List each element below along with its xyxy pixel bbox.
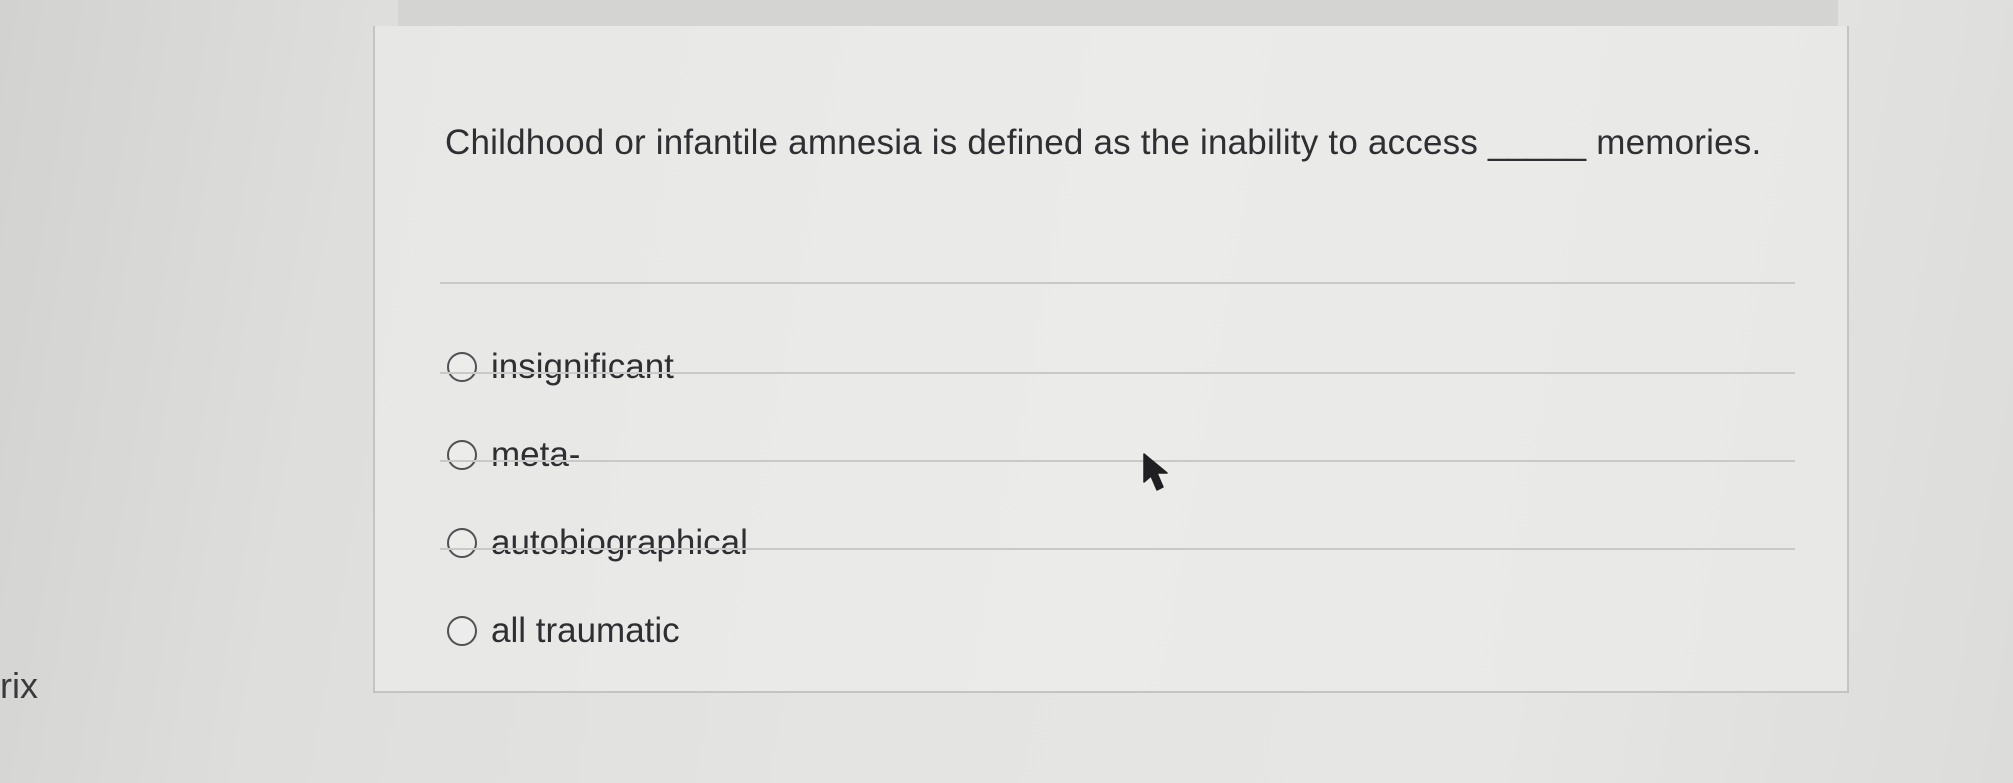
option-insignificant[interactable]: insignificant bbox=[447, 337, 674, 397]
mouse-pointer-icon bbox=[1143, 453, 1168, 491]
question-divider bbox=[440, 282, 1795, 284]
option-meta[interactable]: meta- bbox=[447, 425, 580, 485]
option-label: meta- bbox=[491, 435, 581, 474]
option-label: insignificant bbox=[491, 347, 674, 386]
side-panel-partial-text: rix bbox=[0, 665, 38, 706]
option-divider bbox=[440, 460, 1795, 462]
previous-question-panel-edge bbox=[398, 0, 1838, 28]
question-text: Childhood or infantile amnesia is define… bbox=[445, 123, 1762, 162]
option-label: all traumatic bbox=[491, 611, 680, 650]
radio-button-icon[interactable] bbox=[447, 440, 477, 470]
option-divider bbox=[440, 548, 1795, 550]
option-all-traumatic[interactable]: all traumatic bbox=[447, 601, 680, 661]
option-label: autobiographical bbox=[491, 523, 748, 562]
option-autobiographical[interactable]: autobiographical bbox=[447, 513, 748, 573]
option-divider bbox=[440, 372, 1795, 374]
question-card: Childhood or infantile amnesia is define… bbox=[373, 26, 1849, 693]
radio-button-icon[interactable] bbox=[447, 352, 477, 382]
radio-button-icon[interactable] bbox=[447, 528, 477, 558]
radio-button-icon[interactable] bbox=[447, 616, 477, 646]
